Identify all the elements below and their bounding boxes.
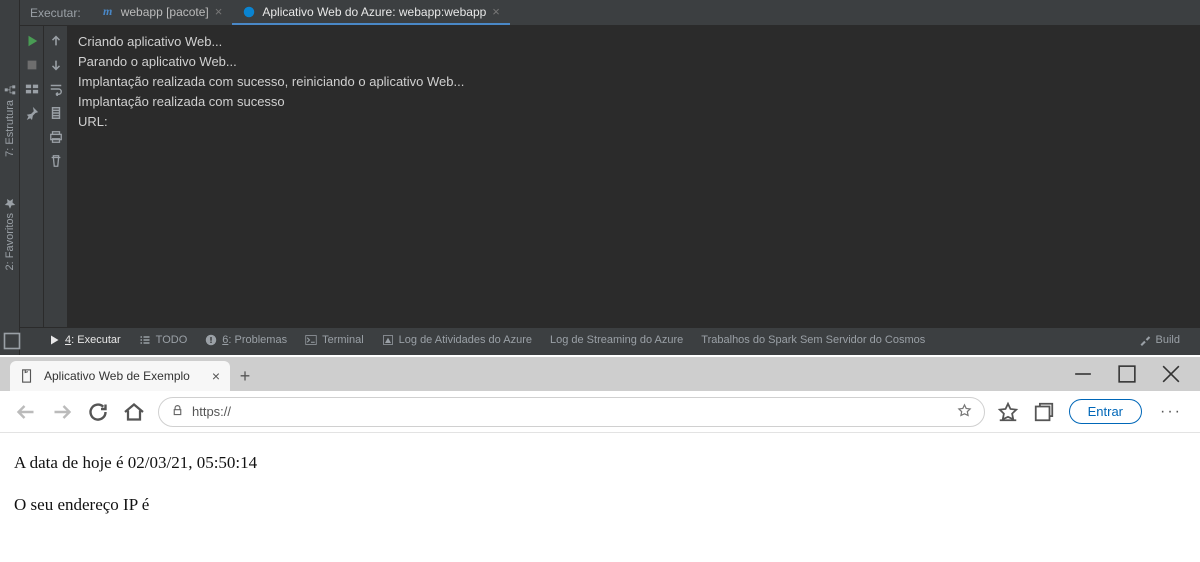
sidebar-tab-structure[interactable]: 7: Estrutura [4, 84, 16, 157]
close-icon[interactable]: × [212, 368, 220, 384]
wrap-icon[interactable] [47, 80, 65, 98]
window-controls [1072, 357, 1200, 391]
arrow-down-icon[interactable] [47, 56, 65, 74]
home-button[interactable] [122, 400, 146, 424]
trash-icon[interactable] [47, 152, 65, 170]
structure-icon [4, 84, 16, 96]
ide-main: Executar: m webapp [pacote] × Aplicativo… [20, 0, 1200, 355]
run-body: Criando aplicativo Web... Parando o apli… [20, 26, 1200, 327]
bottom-tab-azure-log-label: Log de Atividades do Azure [399, 334, 532, 346]
maven-icon: m [101, 5, 115, 19]
bottom-tab-problems-label: Problemas [235, 334, 288, 346]
toolbar-right-icons: Entrar ··· [997, 399, 1186, 424]
run-tab-azure[interactable]: Aplicativo Web do Azure: webapp:webapp × [232, 0, 510, 25]
browser-tab-bar: Aplicativo Web de Exemplo × + [0, 357, 1200, 391]
run-tab-pacote[interactable]: m webapp [pacote] × [91, 0, 233, 25]
sign-in-button[interactable]: Entrar [1069, 399, 1142, 424]
run-tabs-label: Executar: [20, 0, 91, 25]
browser-chrome: Aplicativo Web de Exemplo × + [0, 357, 1200, 433]
favorites-icon[interactable] [997, 401, 1019, 423]
bottom-tab-todo-label: TODO [156, 334, 188, 346]
bottom-tab-build-label: Build [1156, 334, 1180, 346]
url-input[interactable] [192, 404, 949, 419]
collections-icon[interactable] [1033, 401, 1055, 423]
bottom-tab-build[interactable]: Build [1139, 334, 1180, 346]
azure-icon [242, 5, 256, 19]
ide-panel: 7: Estrutura 2: Favoritos Executar: m we… [0, 0, 1200, 355]
bottom-tab-stream-log-label: Log de Streaming do Azure [550, 334, 683, 346]
ide-footer [20, 351, 1200, 355]
gutter-col-1 [20, 26, 44, 327]
sidebar-tab-favorites-label: 2: Favoritos [4, 213, 16, 270]
gutter-col-2 [44, 26, 68, 327]
left-tool-stripe: 7: Estrutura 2: Favoritos [0, 0, 20, 355]
browser-tab[interactable]: Aplicativo Web de Exemplo × [10, 361, 230, 391]
hammer-icon [1139, 334, 1151, 346]
bottom-tab-terminal[interactable]: Terminal [305, 334, 364, 346]
problems-icon [205, 334, 217, 346]
play-icon [48, 334, 60, 346]
stop-icon[interactable] [23, 56, 41, 74]
maximize-button[interactable] [1116, 363, 1138, 385]
bottom-tab-problems-key: 6 [222, 334, 228, 346]
console-line: Parando o aplicativo Web... [78, 52, 1190, 72]
console-line: Implantação realizada com sucesso, reini… [78, 72, 1190, 92]
bottom-left-square-icon[interactable] [2, 331, 22, 351]
browser-toolbar: Entrar ··· [0, 391, 1200, 433]
todo-icon [139, 334, 151, 346]
pin-icon[interactable] [23, 104, 41, 122]
bottom-tab-spark[interactable]: Trabalhos do Spark Sem Servidor do Cosmo… [701, 334, 925, 346]
address-bar[interactable] [158, 397, 985, 427]
scroll-icon[interactable] [47, 104, 65, 122]
close-icon[interactable]: × [492, 4, 500, 19]
refresh-button[interactable] [86, 400, 110, 424]
bottom-tab-todo[interactable]: TODO [139, 334, 188, 346]
layout-icon[interactable] [23, 80, 41, 98]
bottom-tab-run[interactable]: 4: Executar [48, 334, 121, 346]
bottom-tab-run-key: 4 [65, 334, 71, 346]
bottom-tab-stream-log[interactable]: Log de Streaming do Azure [550, 334, 683, 346]
bottom-tab-terminal-label: Terminal [322, 334, 364, 346]
forward-button[interactable] [50, 400, 74, 424]
run-icon[interactable] [23, 32, 41, 50]
page-favicon [20, 369, 34, 383]
menu-button[interactable]: ··· [1156, 403, 1186, 421]
console-output[interactable]: Criando aplicativo Web... Parando o apli… [68, 26, 1200, 327]
browser-window: Aplicativo Web de Exemplo × + [0, 355, 1200, 562]
console-line: Implantação realizada com sucesso [78, 92, 1190, 112]
bottom-toolbar: 4: Executar TODO 6: Problemas Terminal L… [20, 327, 1200, 351]
azure-log-icon [382, 334, 394, 346]
minimize-button[interactable] [1072, 363, 1094, 385]
lock-icon [171, 404, 184, 420]
new-tab-button[interactable]: + [230, 361, 260, 391]
bottom-tab-run-label: Executar [77, 334, 120, 346]
back-button[interactable] [14, 400, 38, 424]
browser-tab-title: Aplicativo Web de Exemplo [44, 369, 190, 383]
sidebar-tab-structure-label: 7: Estrutura [4, 100, 16, 157]
page-line-date: A data de hoje é 02/03/21, 05:50:14 [14, 453, 1186, 473]
console-line: Criando aplicativo Web... [78, 32, 1190, 52]
run-tabs-bar: Executar: m webapp [pacote] × Aplicativo… [20, 0, 1200, 26]
sign-in-label: Entrar [1088, 404, 1123, 419]
close-icon[interactable]: × [215, 4, 223, 19]
close-window-button[interactable] [1160, 363, 1182, 385]
page-content: A data de hoje é 02/03/21, 05:50:14 O se… [0, 433, 1200, 562]
sidebar-tab-favorites[interactable]: 2: Favoritos [4, 197, 16, 270]
bottom-tab-spark-label: Trabalhos do Spark Sem Servidor do Cosmo… [701, 334, 925, 346]
run-tab-pacote-label: webapp [pacote] [121, 5, 209, 19]
bottom-tab-problems[interactable]: 6: Problemas [205, 334, 287, 346]
run-tab-azure-label: Aplicativo Web do Azure: webapp:webapp [262, 5, 486, 19]
arrow-up-icon[interactable] [47, 32, 65, 50]
page-line-ip: O seu endereço IP é [14, 495, 1186, 515]
star-icon [4, 197, 16, 209]
terminal-icon [305, 334, 317, 346]
print-icon[interactable] [47, 128, 65, 146]
console-line: URL: [78, 112, 1190, 132]
add-favorite-icon[interactable] [957, 403, 972, 421]
bottom-tab-azure-log[interactable]: Log de Atividades do Azure [382, 334, 532, 346]
